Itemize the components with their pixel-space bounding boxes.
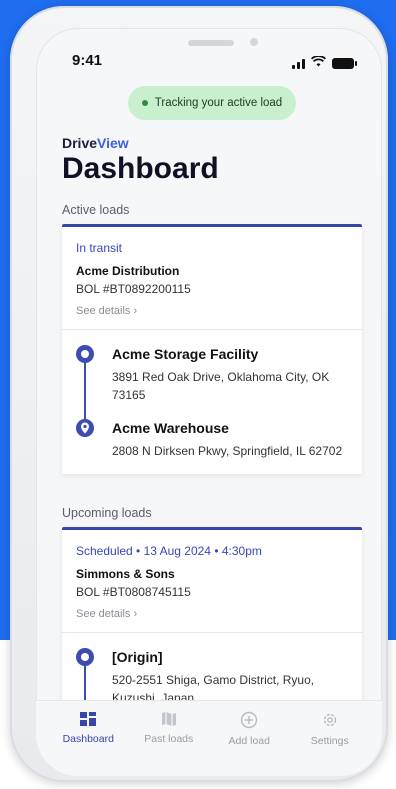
map-icon <box>161 712 176 726</box>
route-stop-destination: Acme Warehouse 2808 N Dirksen Pkwy, Spri… <box>76 419 348 460</box>
upcoming-load-header: Scheduled • 13 Aug 2024 • 4:30pm Simmons… <box>62 530 362 632</box>
active-loads-label: Active loads <box>62 203 130 217</box>
signal-icon <box>292 57 305 69</box>
camera-dot <box>250 38 258 46</box>
upcoming-load-company: Simmons & Sons <box>76 567 175 581</box>
route-stop-origin: Acme Storage Facility 3891 Red Oak Drive… <box>76 345 348 404</box>
phone-screen: 9:41 Tracking your active load DriveView… <box>36 28 382 776</box>
route-line <box>84 358 86 420</box>
toast-text: Tracking your active load <box>154 97 283 109</box>
active-load-card[interactable]: In transit Acme Distribution BOL #BT0892… <box>62 224 362 474</box>
tab-label: Settings <box>310 735 349 747</box>
stop-address: 2808 N Dirksen Pkwy, Springfield, IL 627… <box>112 444 343 458</box>
upcoming-load-details-link[interactable]: See details › <box>76 608 348 620</box>
active-load-route: Acme Storage Facility 3891 Red Oak Drive… <box>62 330 362 474</box>
upcoming-load-status: Scheduled • 13 Aug 2024 • 4:30pm <box>76 544 262 558</box>
page-title: Dashboard <box>62 152 219 185</box>
plus-circle-icon <box>241 711 258 729</box>
origin-pin-icon <box>76 648 94 666</box>
dashboard-icon <box>80 712 97 726</box>
brand-suffix: View <box>97 135 129 151</box>
gear-icon <box>323 713 336 727</box>
tab-past-loads[interactable]: Past loads <box>134 701 204 776</box>
route-stop-origin: [Origin] 520-2551 Shiga, Gamo District, … <box>76 648 348 707</box>
stop-name: Acme Storage Facility <box>112 346 259 362</box>
speaker-notch <box>188 40 234 46</box>
tracking-toast: Tracking your active load <box>128 86 296 120</box>
upcoming-load-bol: BOL #BT0808745115 <box>76 585 191 599</box>
origin-pin-icon <box>76 345 94 363</box>
stop-address: 3891 Red Oak Drive, Oklahoma City, OK 73… <box>112 370 330 402</box>
stop-name: Acme Warehouse <box>112 420 229 436</box>
tab-label: Past loads <box>144 733 194 745</box>
destination-pin-icon <box>76 419 94 437</box>
active-load-details-link[interactable]: See details › <box>76 305 348 317</box>
status-dot-icon <box>141 100 148 106</box>
status-time: 9:41 <box>72 52 103 69</box>
wifi-icon <box>310 54 327 72</box>
tab-settings[interactable]: Settings <box>295 701 365 776</box>
tab-label: Dashboard <box>62 733 114 745</box>
upcoming-load-card[interactable]: Scheduled • 13 Aug 2024 • 4:30pm Simmons… <box>62 527 362 721</box>
battery-icon <box>332 57 357 69</box>
phone-frame: 9:41 Tracking your active load DriveView… <box>10 6 388 782</box>
brand-prefix: Drive <box>62 135 98 151</box>
active-load-company: Acme Distribution <box>76 264 180 278</box>
status-icons <box>292 54 357 72</box>
upcoming-loads-label: Upcoming loads <box>62 506 152 520</box>
bottom-tab-bar: Dashboard Past loads Add load Settings <box>36 700 382 776</box>
tab-dashboard[interactable]: Dashboard <box>53 701 123 776</box>
brand-logo: DriveView <box>62 135 129 151</box>
active-load-bol: BOL #BT0892200115 <box>76 282 191 296</box>
active-load-status: In transit <box>76 241 123 255</box>
tab-add-load[interactable]: Add load <box>214 701 284 776</box>
active-load-header: In transit Acme Distribution BOL #BT0892… <box>62 227 362 329</box>
stop-name: [Origin] <box>112 649 163 665</box>
tab-label: Add load <box>228 735 270 747</box>
